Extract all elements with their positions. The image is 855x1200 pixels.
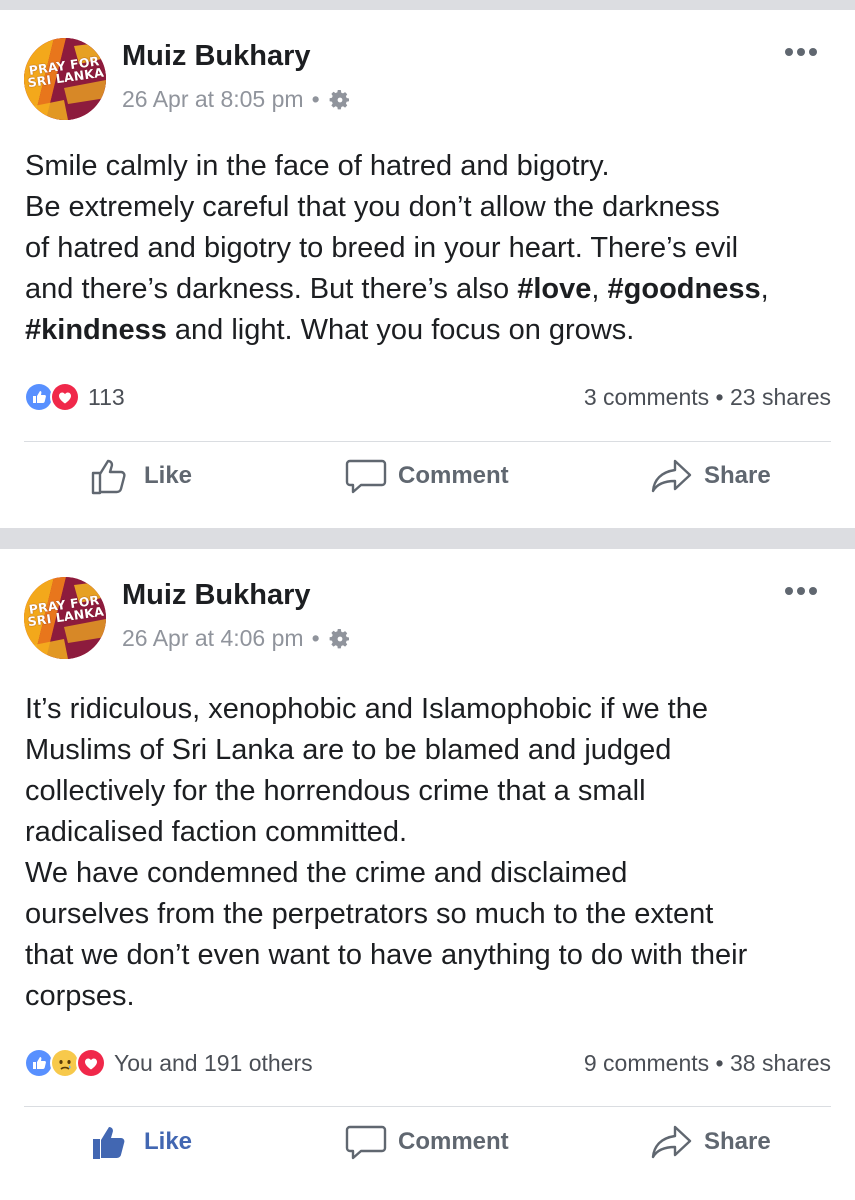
like-button[interactable]: Like <box>90 456 192 496</box>
thumbs-up-icon <box>91 459 126 495</box>
hashtag-link[interactable]: #love <box>517 273 591 305</box>
thumbs-up-filled-icon <box>93 1127 125 1159</box>
share-arrow-icon <box>651 459 692 493</box>
comment-label: Comment <box>398 1128 509 1155</box>
post-timestamp[interactable]: 26 Apr at 8:05 pm <box>122 86 304 113</box>
text-segment: Be extremely careful that you don’t allo… <box>25 191 720 223</box>
text-segment: radicalised faction committed. <box>25 816 407 848</box>
avatar[interactable]: PRAY FOR SRI LANKA <box>24 577 106 659</box>
post-text-line: corpses. <box>25 976 835 1017</box>
shares-count[interactable]: 38 shares <box>730 1050 831 1076</box>
comment-share-counts: 3 comments • 23 shares <box>584 384 831 411</box>
post-text-line: and there’s darkness. But there’s also #… <box>25 269 835 310</box>
reaction-count: You and 191 others <box>114 1049 313 1076</box>
text-segment: Muslims of Sri Lanka are to be blamed an… <box>25 734 672 766</box>
post-timestamp[interactable]: 26 Apr at 4:06 pm <box>122 625 304 652</box>
stats-separator: • <box>715 1049 724 1076</box>
post-text-line: that we don’t even want to have anything… <box>25 935 835 976</box>
post-1: PRAY FOR SRI LANKA Muiz Bukhary 26 Apr a… <box>0 10 855 528</box>
meta-separator: • <box>311 625 320 651</box>
post-stats: You and 191 others 9 comments • 38 share… <box>24 1047 831 1079</box>
hashtag-link[interactable]: #goodness <box>608 273 761 305</box>
post-text-line: collectively for the horrendous crime th… <box>25 771 835 812</box>
post-text-line: Smile calmly in the face of hatred and b… <box>25 146 835 187</box>
post-text-line: It’s ridiculous, xenophobic and Islamoph… <box>25 689 835 730</box>
share-label: Share <box>704 1128 771 1155</box>
post-text: It’s ridiculous, xenophobic and Islamoph… <box>25 689 835 1017</box>
like-label: Like <box>144 1128 193 1155</box>
action-bar: Like Comment Share <box>0 456 855 516</box>
share-button[interactable]: Share <box>650 1122 771 1162</box>
divider <box>24 441 831 442</box>
like-label: Like <box>144 462 193 489</box>
stats-separator: • <box>715 383 724 410</box>
text-segment: that we don’t even want to have anything… <box>25 939 748 971</box>
text-segment: corpses. <box>25 980 135 1012</box>
share-button[interactable]: Share <box>650 456 771 496</box>
gear-icon[interactable] <box>328 627 352 651</box>
love-reaction-icon <box>76 1048 106 1078</box>
comment-button[interactable]: Comment <box>344 456 509 496</box>
author-name[interactable]: Muiz Bukhary <box>122 579 311 612</box>
share-arrow-icon <box>651 1125 692 1159</box>
reactions-summary[interactable]: 113 <box>24 382 125 412</box>
action-bar: Like Comment Share <box>0 1122 855 1182</box>
post-text-line: ourselves from the perpetrators so much … <box>25 894 835 935</box>
comments-count[interactable]: 9 comments <box>584 1050 709 1076</box>
hashtag-link[interactable]: #kindness <box>25 314 167 346</box>
meta-separator: • <box>311 86 320 112</box>
comment-icon <box>345 459 387 494</box>
text-segment: , <box>760 273 769 305</box>
post-text-line: #kindness and light. What you focus on g… <box>25 310 835 351</box>
post-text: Smile calmly in the face of hatred and b… <box>25 146 835 351</box>
post-text-line: radicalised faction committed. <box>25 812 835 853</box>
post-2: PRAY FOR SRI LANKA Muiz Bukhary 26 Apr a… <box>0 549 855 1200</box>
shares-count[interactable]: 23 shares <box>730 384 831 410</box>
text-segment: It’s ridiculous, xenophobic and Islamoph… <box>25 693 708 725</box>
more-dots-icon[interactable] <box>785 48 817 56</box>
text-segment: and there’s darkness. But there’s also <box>25 273 518 305</box>
comments-count[interactable]: 3 comments <box>584 384 709 410</box>
text-segment: ourselves from the perpetrators so much … <box>25 898 714 930</box>
avatar[interactable]: PRAY FOR SRI LANKA <box>24 38 106 120</box>
post-text-line: Be extremely careful that you don’t allo… <box>25 187 835 228</box>
text-segment: Smile calmly in the face of hatred and b… <box>25 150 610 182</box>
post-text-line: Muslims of Sri Lanka are to be blamed an… <box>25 730 835 771</box>
comment-icon <box>345 1125 387 1160</box>
share-label: Share <box>704 462 771 489</box>
gear-icon[interactable] <box>328 88 352 112</box>
post-stats: 113 3 comments • 23 shares <box>24 381 831 413</box>
post-meta: 26 Apr at 4:06 pm • <box>122 625 352 652</box>
reaction-count: 113 <box>88 383 125 410</box>
text-segment: We have condemned the crime and disclaim… <box>25 857 628 889</box>
post-text-line: We have condemned the crime and disclaim… <box>25 853 835 894</box>
like-button[interactable]: Like <box>90 1122 192 1162</box>
divider <box>24 1106 831 1107</box>
reactions-summary[interactable]: You and 191 others <box>24 1048 313 1078</box>
comment-share-counts: 9 comments • 38 shares <box>584 1050 831 1077</box>
love-reaction-icon <box>50 382 80 412</box>
text-segment: collectively for the horrendous crime th… <box>25 775 646 807</box>
text-segment: , <box>591 273 608 305</box>
author-name[interactable]: Muiz Bukhary <box>122 40 311 73</box>
post-meta: 26 Apr at 8:05 pm • <box>122 86 352 113</box>
text-segment: of hatred and bigotry to breed in your h… <box>25 232 739 264</box>
comment-label: Comment <box>398 462 509 489</box>
text-segment: and light. What you focus on grows. <box>166 314 635 346</box>
comment-button[interactable]: Comment <box>344 1122 509 1162</box>
post-text-line: of hatred and bigotry to breed in your h… <box>25 228 835 269</box>
more-dots-icon[interactable] <box>785 587 817 595</box>
